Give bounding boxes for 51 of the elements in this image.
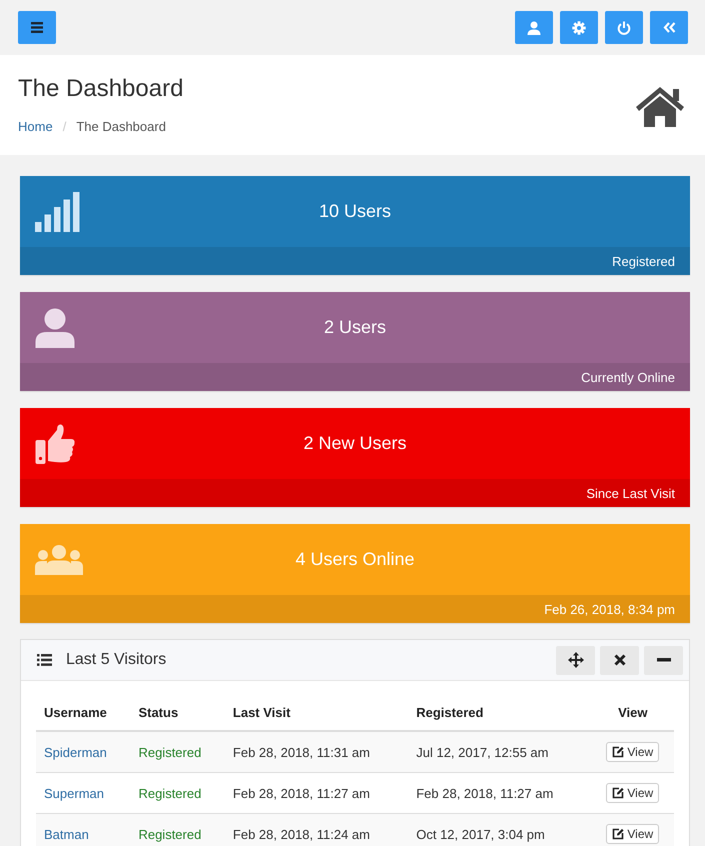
last-visit-cell: Feb 28, 2018, 11:24 am xyxy=(232,826,370,842)
home-icon xyxy=(635,85,685,129)
status-text: Registered xyxy=(138,786,202,800)
double-chevron-icon xyxy=(662,22,676,33)
settings-icon xyxy=(572,20,586,34)
thumbs-up-icon xyxy=(35,424,75,464)
last-visit-cell: Feb 28, 2018, 11:31 am xyxy=(232,744,370,760)
edit-icon xyxy=(612,787,624,799)
view-button[interactable]: View xyxy=(606,783,660,803)
user-button[interactable] xyxy=(515,11,553,44)
edit-icon xyxy=(612,746,624,758)
last-visit-cell: Feb 28, 2018, 11:27 am xyxy=(232,786,370,800)
close-icon xyxy=(614,654,626,666)
breadcrumb-current: The Dashboard xyxy=(76,119,166,134)
stat-caption: Currently Online xyxy=(581,370,675,384)
signal-bars-icon xyxy=(35,192,81,232)
breadcrumb-link[interactable]: Home xyxy=(18,119,53,134)
move-arrows-icon xyxy=(568,652,584,668)
username-link[interactable]: Superman xyxy=(44,786,104,800)
panel-title: Last 5 Visitors xyxy=(66,651,168,669)
registered-cell: Jul 12, 2017, 12:55 am xyxy=(416,744,548,760)
stat-value: 4 Users Online xyxy=(295,549,415,569)
stat-caption: Since Last Visit xyxy=(586,486,675,500)
collapse-button[interactable] xyxy=(650,11,688,44)
user-icon xyxy=(527,20,541,34)
page-title: The Dashboard xyxy=(18,75,184,103)
status-text: Registered xyxy=(138,826,202,842)
minimize-button[interactable] xyxy=(644,646,683,674)
breadcrumb-separator: / xyxy=(62,119,66,134)
settings-button[interactable] xyxy=(560,11,598,44)
menu-button[interactable] xyxy=(18,11,56,44)
stat-value: 10 Users xyxy=(318,201,392,221)
user-icon xyxy=(35,308,75,348)
list-icon xyxy=(37,654,52,666)
view-button[interactable]: View xyxy=(606,742,660,762)
minimize-icon xyxy=(656,658,670,662)
move-button[interactable] xyxy=(556,646,595,674)
stat-value: 2 Users xyxy=(324,317,386,337)
registered-cell: Oct 12, 2017, 3:04 pm xyxy=(416,826,545,842)
status-text: Registered xyxy=(138,744,202,760)
close-button[interactable] xyxy=(600,646,639,674)
power-icon xyxy=(617,20,631,34)
stat-value: 2 New Users xyxy=(303,433,407,453)
stat-caption: Registered xyxy=(612,254,675,268)
stat-caption: Feb 26, 2018, 8:34 pm xyxy=(544,602,675,616)
power-button[interactable] xyxy=(605,11,643,44)
view-button[interactable]: View xyxy=(606,824,660,844)
users-group-icon xyxy=(35,544,83,574)
edit-icon xyxy=(612,828,624,840)
menu-icon xyxy=(31,22,43,33)
registered-cell: Feb 28, 2018, 11:27 am xyxy=(416,786,554,800)
